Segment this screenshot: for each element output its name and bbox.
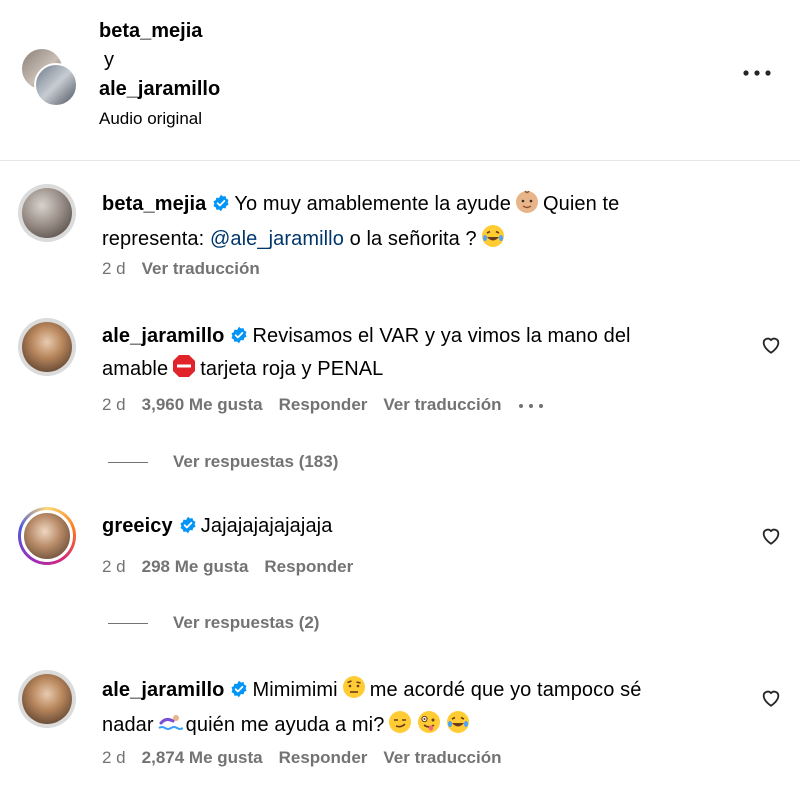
comment-body: ale_jaramillo Mimimimi me acordé que yo ta…: [102, 674, 742, 744]
verified-badge-icon: [212, 191, 230, 221]
comment-body: ale_jaramillo Revisamos el VAR y ya vimos…: [102, 321, 742, 388]
comment-text: quién me ayuda a mi?: [185, 714, 385, 736]
laughing-tears-emoji-icon: [480, 223, 506, 258]
avatar[interactable]: [18, 318, 76, 376]
comment-meta: 2 d 3,960 Me gusta Responder Ver traducción: [102, 394, 560, 417]
raised-eyebrow-emoji-icon: [341, 674, 367, 709]
zany-face-emoji-icon: [416, 709, 442, 744]
comment-time: 2 d: [102, 557, 126, 576]
likes-count[interactable]: 3,960 Me gusta: [142, 395, 263, 414]
comment-username[interactable]: ale_jaramillo: [102, 679, 224, 701]
comment-text: Mimimimi: [252, 679, 338, 701]
comment-username[interactable]: beta_mejia: [102, 193, 206, 215]
comment-options-icon[interactable]: [518, 395, 544, 417]
comment-text: Revisamos el VAR y ya vimos la mano del: [252, 325, 631, 347]
baby-face-emoji-icon: [514, 188, 540, 223]
laughing-tears-emoji-icon: [445, 709, 471, 744]
smirk-emoji-icon: [387, 709, 413, 744]
swimmer-emoji-icon: [157, 709, 184, 744]
reply-button[interactable]: Responder: [264, 557, 353, 576]
comment-text: amable: [102, 358, 169, 380]
audio-link[interactable]: Audio original: [99, 108, 202, 130]
avatar[interactable]: [18, 184, 76, 242]
verified-badge-icon: [179, 513, 197, 543]
reply-button[interactable]: Responder: [279, 748, 368, 767]
comment-body: beta_mejia Yo muy amablemente la ayude Qui…: [102, 188, 742, 258]
comment-text: me acordé que yo tampoco sé: [369, 679, 642, 701]
comment-text: representa:: [102, 228, 205, 250]
comment-time: 2 d: [102, 395, 126, 414]
like-heart-icon[interactable]: [760, 687, 782, 709]
comment-text: Yo muy amablemente la ayude: [234, 193, 511, 215]
comment-text: Jajajajajajajaja: [200, 515, 333, 537]
comment-meta: 2 d 2,874 Me gusta Responder Ver traducción: [102, 747, 518, 769]
view-replies-label: Ver respuestas (2): [173, 613, 320, 632]
likes-count[interactable]: 298 Me gusta: [142, 557, 249, 576]
avatar: [34, 63, 78, 107]
comment-meta: 2 d Ver traducción: [102, 258, 276, 280]
comment-text: Quien te: [542, 193, 620, 215]
header-conjunction: y: [104, 49, 114, 71]
comment-time: 2 d: [102, 748, 126, 767]
avatar-story-ring[interactable]: [18, 507, 76, 565]
comment-text: tarjeta roja y PENAL: [200, 358, 384, 380]
comment-meta: 2 d 298 Me gusta Responder: [102, 556, 369, 578]
replies-divider-line: [108, 462, 148, 463]
divider: [0, 160, 800, 161]
likes-count[interactable]: 2,874 Me gusta: [142, 748, 263, 767]
mention-link[interactable]: @ale_jaramillo: [210, 228, 344, 250]
reply-button[interactable]: Responder: [279, 395, 368, 414]
replies-divider-line: [108, 623, 148, 624]
verified-badge-icon: [230, 677, 248, 707]
avatar[interactable]: [18, 670, 76, 728]
see-translation-link[interactable]: Ver traducción: [383, 748, 501, 767]
collab-avatars[interactable]: [20, 47, 80, 107]
see-translation-link[interactable]: Ver traducción: [383, 395, 501, 414]
comment-text: nadar: [102, 714, 154, 736]
stop-sign-emoji-icon: [171, 353, 197, 388]
header-username-1[interactable]: beta_mejia: [99, 19, 202, 43]
reel-header: beta_mejia y ale_jaramillo Audio origina…: [0, 0, 800, 160]
like-heart-icon[interactable]: [760, 334, 782, 356]
comment-username[interactable]: greeicy: [102, 515, 173, 537]
header-username-2[interactable]: ale_jaramillo: [99, 77, 220, 101]
comment-username[interactable]: ale_jaramillo: [102, 325, 224, 347]
like-heart-icon[interactable]: [760, 525, 782, 547]
view-replies-label: Ver respuestas (183): [173, 452, 339, 471]
comment-text: o la señorita ?: [349, 228, 477, 250]
verified-badge-icon: [230, 323, 248, 353]
more-options-icon[interactable]: [742, 63, 772, 83]
see-translation-link[interactable]: Ver traducción: [142, 259, 260, 278]
comment-time: 2 d: [102, 259, 126, 278]
comment-body: greeicy Jajajajajajajaja: [102, 511, 742, 543]
